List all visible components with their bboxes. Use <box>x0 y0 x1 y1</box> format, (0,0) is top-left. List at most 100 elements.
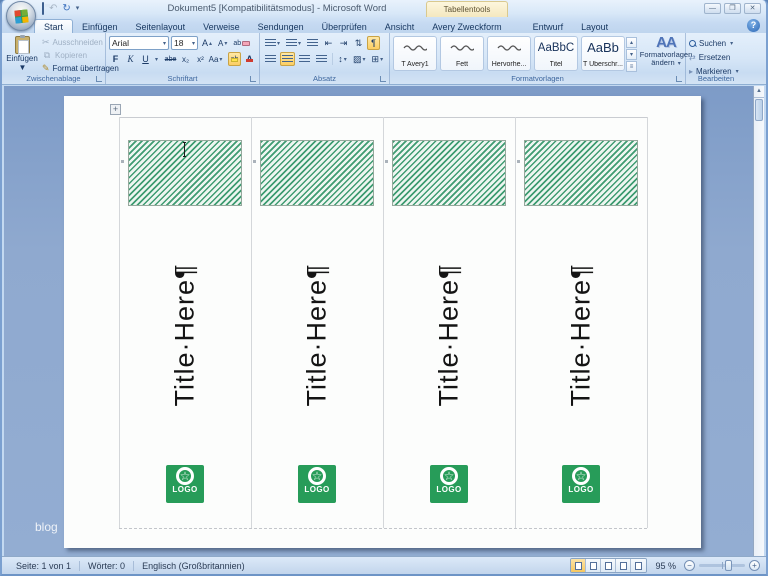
multilevel-list-button[interactable] <box>305 36 320 50</box>
zoom-level[interactable]: 95 % <box>651 561 680 571</box>
grow-font-button[interactable]: A ▴ <box>200 36 214 50</box>
label-title-text[interactable]: Title·Here¶ <box>302 263 333 406</box>
align-left-button[interactable] <box>263 52 278 66</box>
numbering-button[interactable]: ▾ <box>284 36 303 50</box>
status-word-count[interactable]: Wörter: 0 <box>80 561 133 571</box>
find-button[interactable]: Suchen ▾ <box>689 37 743 49</box>
tab-ueberpruefen[interactable]: Überprüfen <box>313 20 376 33</box>
qat-customize-dropdown-icon[interactable]: ▾ <box>76 3 80 15</box>
tab-ansicht[interactable]: Ansicht <box>376 20 424 33</box>
font-family-combo[interactable]: Arial ▾ <box>109 36 169 50</box>
underline-button[interactable]: U <box>139 52 152 66</box>
document-viewport[interactable]: + Title·Here¶ ☆ LOGO Title·Here¶ ☆ LOGO … <box>4 86 764 556</box>
logo-placeholder[interactable]: ☆ LOGO <box>166 465 204 503</box>
font-color-button[interactable]: A <box>243 52 256 66</box>
status-page-count[interactable]: Seite: 1 von 1 <box>8 561 79 571</box>
style-titel[interactable]: AaBbC Titel <box>534 36 578 71</box>
sort-button[interactable]: ⇅ <box>352 36 365 50</box>
clear-formatting-button[interactable]: ab <box>231 36 252 50</box>
document-page[interactable]: + Title·Here¶ ☆ LOGO Title·Here¶ ☆ LOGO … <box>64 96 701 548</box>
view-outline-button[interactable] <box>616 559 632 572</box>
label-hatch-area[interactable] <box>392 140 506 206</box>
align-right-button[interactable] <box>297 52 312 66</box>
undo-button[interactable]: ↶ <box>49 3 57 15</box>
increase-indent-button[interactable]: ⇥ <box>337 36 350 50</box>
decrease-indent-button[interactable]: ⇤ <box>322 36 335 50</box>
label-hatch-area[interactable] <box>260 140 374 206</box>
change-case-button[interactable]: Aa ▾ <box>209 52 223 66</box>
label-title-text[interactable]: Title·Here¶ <box>566 263 597 406</box>
tab-layout[interactable]: Layout <box>572 20 617 33</box>
tab-avery-zweckform[interactable]: Avery Zweckform <box>423 20 510 33</box>
tab-seitenlayout[interactable]: Seitenlayout <box>127 20 195 33</box>
shrink-font-button[interactable]: A ▾ <box>216 36 229 50</box>
label-hatch-area[interactable] <box>128 140 242 206</box>
label-title-text[interactable]: Title·Here¶ <box>434 263 465 406</box>
justify-icon <box>316 55 327 63</box>
restore-button[interactable]: ❒ <box>724 3 741 14</box>
italic-button[interactable]: K <box>124 52 137 66</box>
subscript-button[interactable]: x₂ <box>179 52 192 66</box>
style-avery1[interactable]: T Avery1 <box>393 36 437 71</box>
change-styles-button[interactable]: AA Formatvorlagen ändern ▾ <box>640 35 693 73</box>
styles-more-icon[interactable]: ≡ <box>626 61 637 72</box>
help-button[interactable]: ? <box>747 19 760 32</box>
tab-verweise[interactable]: Verweise <box>194 20 249 33</box>
scroll-up-icon[interactable]: ▲ <box>754 86 764 98</box>
bullets-button[interactable]: ▾ <box>263 36 282 50</box>
strikethrough-button[interactable]: abe <box>164 52 177 66</box>
minimize-button[interactable]: — <box>704 3 721 14</box>
dialog-launcher-icon[interactable] <box>96 76 102 82</box>
zoom-slider-thumb[interactable] <box>725 560 732 571</box>
label-title-text[interactable]: Title·Here¶ <box>170 263 201 406</box>
tab-sendungen[interactable]: Sendungen <box>249 20 313 33</box>
copy-button[interactable]: ⧉ Kopieren <box>42 49 102 61</box>
tab-start[interactable]: Start <box>34 19 74 33</box>
view-draft-button[interactable] <box>631 559 647 572</box>
shading-button[interactable]: ▨ ▾ <box>351 52 368 66</box>
view-fullscreen-button[interactable] <box>586 559 602 572</box>
style-hervorheben[interactable]: Hervorhe... <box>487 36 531 71</box>
view-web-layout-button[interactable] <box>601 559 617 572</box>
justify-button[interactable] <box>314 52 329 66</box>
align-center-button[interactable] <box>280 52 295 66</box>
line-spacing-button[interactable]: ↕ ▾ <box>336 52 349 66</box>
repeat-button[interactable]: ↻ <box>62 3 70 15</box>
tab-entwurf[interactable]: Entwurf <box>524 20 573 33</box>
highlight-color-button[interactable]: ab <box>228 52 242 66</box>
paste-button[interactable]: Einfügen ▼ <box>5 35 39 72</box>
table-gridline <box>119 117 120 528</box>
scrollbar-thumb[interactable] <box>755 99 763 121</box>
logo-placeholder[interactable]: ☆ LOGO <box>430 465 468 503</box>
replace-button[interactable]: ⇄ Ersetzen <box>689 51 743 63</box>
close-button[interactable]: ✕ <box>744 3 761 14</box>
cut-button[interactable]: ✂ Ausschneiden <box>42 36 103 48</box>
show-formatting-marks-button[interactable]: ¶ <box>367 36 381 50</box>
table-move-handle[interactable]: + <box>110 104 121 115</box>
status-language[interactable]: Englisch (Großbritannien) <box>134 561 253 571</box>
dialog-launcher-icon[interactable] <box>676 76 682 82</box>
borders-button[interactable]: ⊞ ▾ <box>370 52 386 66</box>
vertical-scrollbar[interactable]: ▲ <box>753 86 764 556</box>
view-print-layout-button[interactable] <box>571 559 587 572</box>
zoom-slider[interactable] <box>699 560 745 571</box>
styles-scroll-down-icon[interactable]: ▾ <box>626 49 637 60</box>
format-painter-button[interactable]: ✎ Format übertragen <box>42 62 119 74</box>
font-size-combo[interactable]: 18 ▾ <box>171 36 198 50</box>
logo-placeholder[interactable]: ☆ LOGO <box>562 465 600 503</box>
dialog-launcher-icon[interactable] <box>380 76 386 82</box>
office-button[interactable] <box>6 1 36 31</box>
save-button[interactable] <box>42 2 44 15</box>
superscript-button[interactable]: x² <box>194 52 207 66</box>
zoom-out-button[interactable]: − <box>684 560 695 571</box>
logo-placeholder[interactable]: ☆ LOGO <box>298 465 336 503</box>
label-hatch-area[interactable] <box>524 140 638 206</box>
bold-button[interactable]: F <box>109 52 122 66</box>
dialog-launcher-icon[interactable] <box>250 76 256 82</box>
styles-scroll-up-icon[interactable]: ▴ <box>626 37 637 48</box>
style-ueberschrift[interactable]: AaBb T Überschr... <box>581 36 625 71</box>
style-fett[interactable]: Fett <box>440 36 484 71</box>
tab-einfuegen[interactable]: Einfügen <box>73 20 127 33</box>
chevron-down-icon: ▾ <box>219 56 223 63</box>
zoom-in-button[interactable]: + <box>749 560 760 571</box>
